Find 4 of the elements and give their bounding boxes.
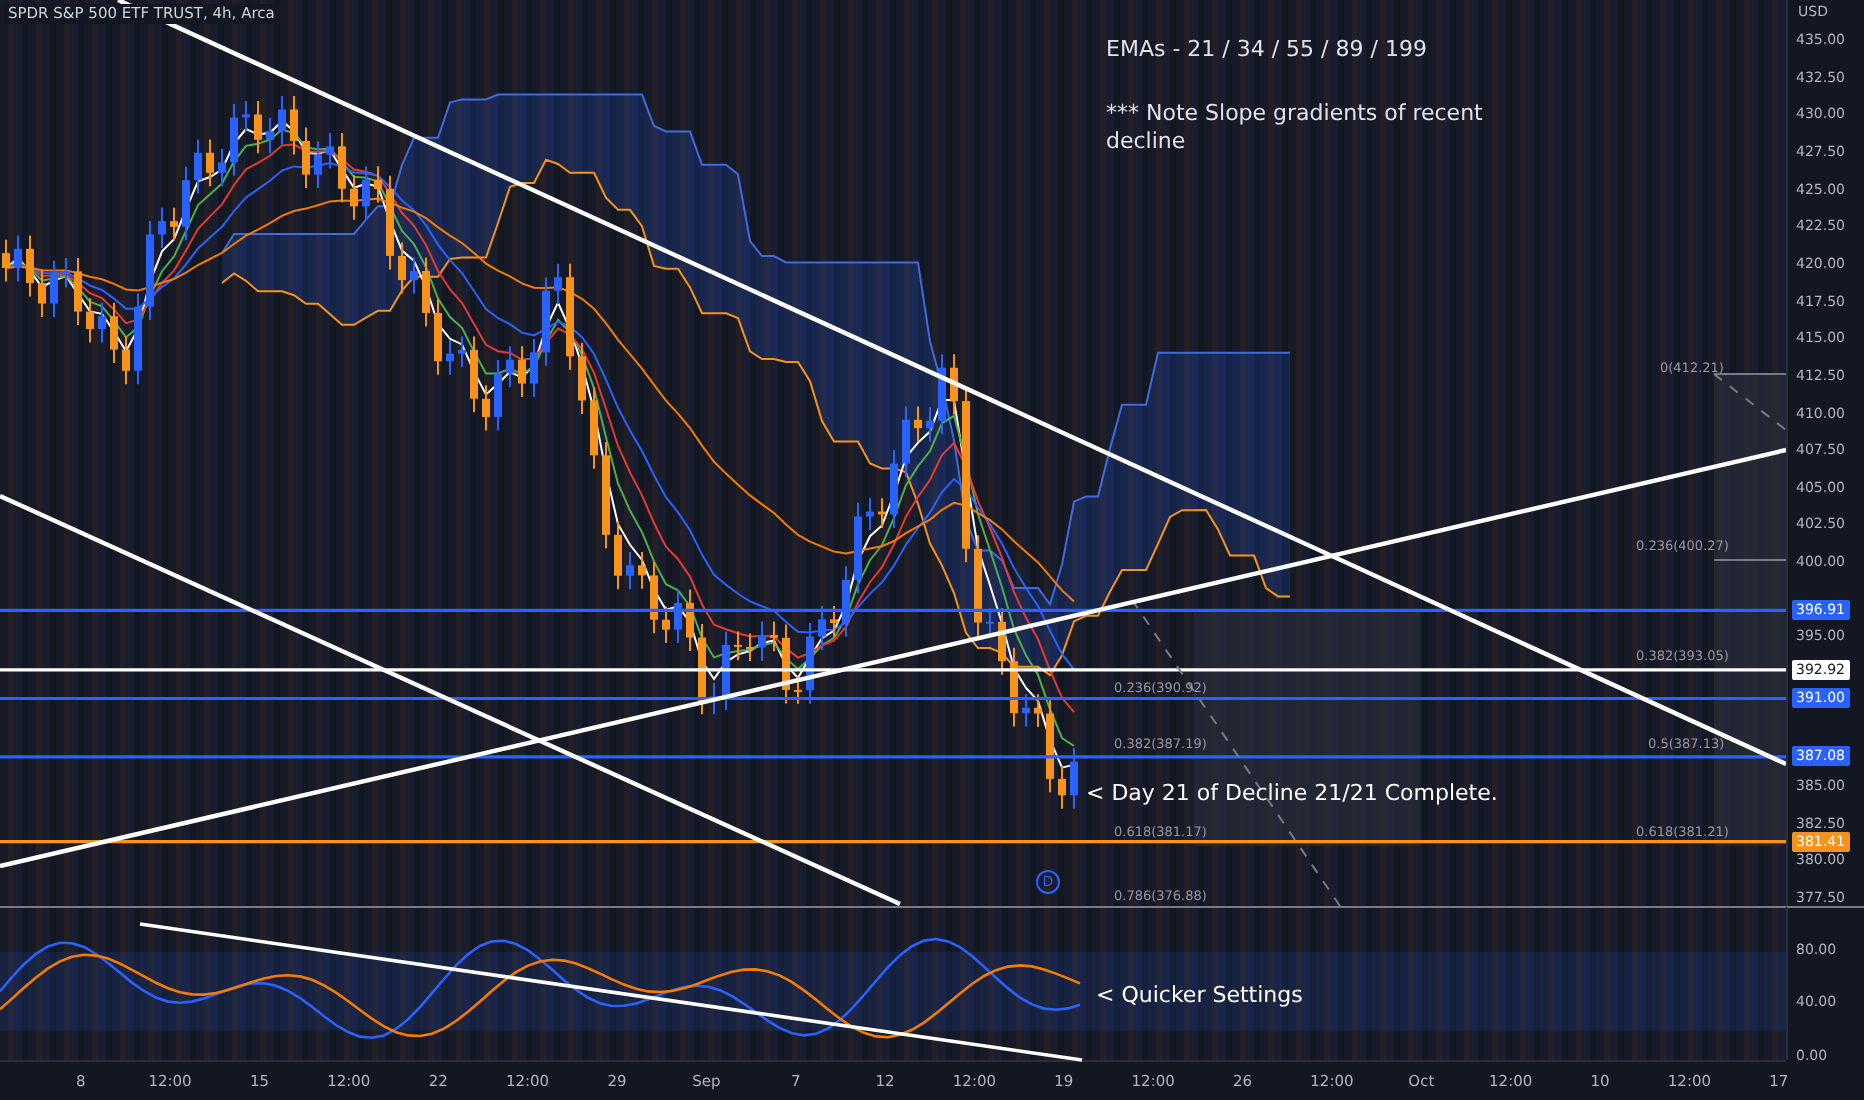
annotation-text: < Quicker Settings [1096,982,1303,1008]
chart-note-text: *** Note Slope gradients of recent decline [1106,100,1485,156]
annotation-text: < Day 21 of Decline 21/21 Complete. [1086,780,1498,808]
chart-note-text: EMAs - 21 / 34 / 55 / 89 / 199 [1106,36,1429,64]
